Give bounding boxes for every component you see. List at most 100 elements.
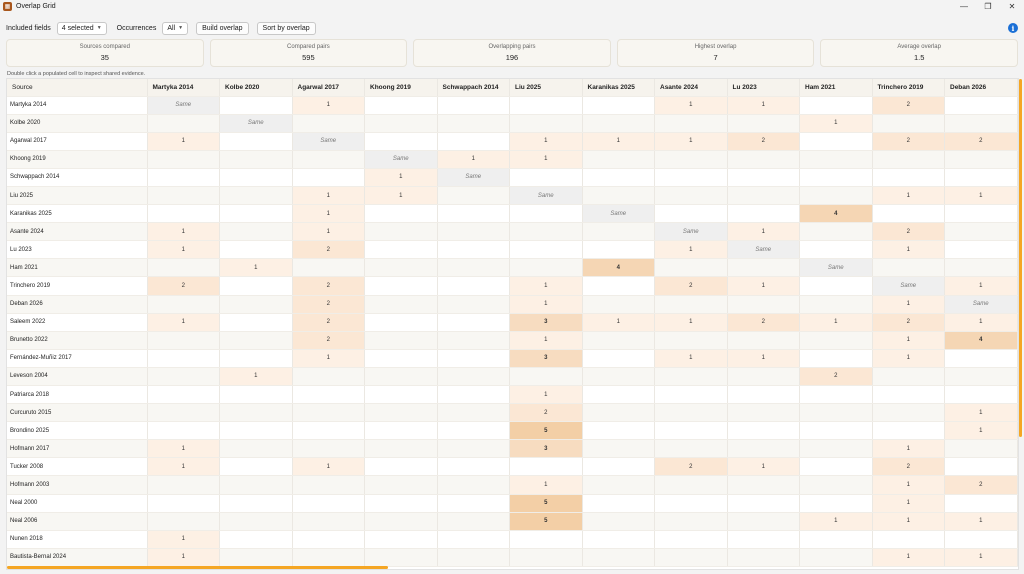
column-header[interactable]: Liu 2025	[509, 79, 583, 97]
overlap-cell[interactable]: 1	[292, 457, 365, 477]
overlap-cell[interactable]: 1	[509, 475, 583, 495]
vertical-scrollbar[interactable]	[1019, 79, 1022, 437]
overlap-cell[interactable]: 1	[727, 349, 800, 368]
overlap-cell[interactable]: 4	[944, 331, 1018, 350]
overlap-cell[interactable]: 1	[509, 150, 583, 169]
overlap-cell[interactable]: 1	[654, 240, 728, 260]
column-header[interactable]: Kolbe 2020	[219, 79, 293, 97]
overlap-cell[interactable]: 2	[944, 475, 1018, 495]
overlap-cell[interactable]: 1	[944, 313, 1018, 332]
overlap-cell[interactable]: 2	[872, 222, 945, 242]
overlap-cell[interactable]: 2	[147, 276, 220, 296]
overlap-cell[interactable]: 2	[727, 132, 800, 151]
build-overlap-button[interactable]: Build overlap	[196, 21, 249, 35]
column-header[interactable]: Asante 2024	[654, 79, 728, 97]
overlap-cell[interactable]: 5	[509, 421, 583, 441]
horizontal-scrollbar[interactable]	[7, 566, 388, 569]
column-header[interactable]: Lu 2023	[727, 79, 800, 97]
overlap-cell[interactable]: 5	[509, 494, 583, 513]
overlap-cell[interactable]: 1	[509, 295, 583, 314]
overlap-cell[interactable]: 4	[582, 258, 655, 278]
column-header[interactable]: Trinchero 2019	[872, 79, 945, 97]
overlap-cell[interactable]: 1	[654, 313, 728, 332]
overlap-cell[interactable]: 1	[147, 530, 220, 549]
overlap-cell[interactable]: 1	[292, 204, 365, 224]
overlap-cell[interactable]: 2	[944, 132, 1018, 151]
overlap-cell[interactable]: 2	[872, 457, 945, 477]
minimize-icon[interactable]: —	[952, 2, 976, 11]
overlap-cell[interactable]: 1	[872, 439, 945, 459]
overlap-cell[interactable]: 1	[872, 331, 945, 350]
overlap-cell[interactable]: 1	[654, 132, 728, 151]
overlap-cell[interactable]: 1	[872, 240, 945, 260]
overlap-cell[interactable]: 1	[364, 186, 438, 206]
overlap-cell[interactable]: 2	[654, 276, 728, 296]
overlap-cell[interactable]: 1	[147, 222, 220, 242]
overlap-cell[interactable]: 5	[509, 512, 583, 531]
overlap-cell[interactable]: 1	[872, 475, 945, 495]
overlap-cell[interactable]: 2	[292, 295, 365, 314]
overlap-cell[interactable]: 1	[872, 512, 945, 531]
info-icon[interactable]: i	[1008, 23, 1018, 33]
overlap-cell[interactable]: 2	[509, 403, 583, 423]
overlap-cell[interactable]: 1	[219, 367, 293, 387]
overlap-cell[interactable]: 1	[727, 222, 800, 242]
overlap-cell[interactable]: 2	[292, 313, 365, 332]
overlap-cell[interactable]: 1	[147, 240, 220, 260]
overlap-cell[interactable]: 1	[727, 276, 800, 296]
overlap-cell[interactable]: 1	[292, 96, 365, 115]
overlap-cell[interactable]: 1	[509, 276, 583, 296]
overlap-cell[interactable]: 1	[872, 186, 945, 206]
overlap-cell[interactable]: 1	[292, 222, 365, 242]
overlap-cell[interactable]: 1	[509, 331, 583, 350]
overlap-cell[interactable]: 1	[147, 548, 220, 567]
overlap-cell[interactable]: 1	[799, 313, 873, 332]
overlap-cell[interactable]: 1	[727, 96, 800, 115]
overlap-cell[interactable]: 3	[509, 349, 583, 368]
overlap-cell[interactable]: 1	[944, 512, 1018, 531]
overlap-cell[interactable]: 1	[654, 96, 728, 115]
overlap-cell[interactable]: 2	[799, 367, 873, 387]
occurrences-select[interactable]: All ▼	[162, 21, 189, 35]
overlap-cell[interactable]: 1	[872, 494, 945, 513]
overlap-cell[interactable]: 2	[292, 331, 365, 350]
overlap-cell[interactable]: 1	[292, 186, 365, 206]
column-header-source[interactable]: Source	[7, 79, 148, 97]
overlap-cell[interactable]: 1	[509, 385, 583, 405]
overlap-cell[interactable]: 1	[582, 132, 655, 151]
overlap-cell[interactable]: 2	[292, 276, 365, 296]
overlap-cell[interactable]: 4	[799, 204, 873, 224]
overlap-cell[interactable]: 1	[219, 258, 293, 278]
overlap-cell[interactable]: 2	[292, 240, 365, 260]
overlap-cell[interactable]: 1	[654, 349, 728, 368]
overlap-cell[interactable]: 3	[509, 439, 583, 459]
overlap-cell[interactable]: 1	[944, 421, 1018, 441]
overlap-cell[interactable]: 3	[509, 313, 583, 332]
overlap-cell[interactable]: 1	[944, 186, 1018, 206]
overlap-cell[interactable]: 1	[147, 457, 220, 477]
overlap-cell[interactable]: 1	[147, 439, 220, 459]
column-header[interactable]: Agarwal 2017	[292, 79, 365, 97]
overlap-cell[interactable]: 2	[872, 96, 945, 115]
column-header[interactable]: Deban 2026	[944, 79, 1018, 97]
overlap-cell[interactable]: 1	[364, 168, 438, 187]
overlap-cell[interactable]: 1	[582, 313, 655, 332]
overlap-cell[interactable]: 1	[147, 132, 220, 151]
overlap-cell[interactable]: 1	[727, 457, 800, 477]
column-header[interactable]: Martyka 2014	[147, 79, 220, 97]
overlap-cell[interactable]: 1	[799, 114, 873, 133]
overlap-cell[interactable]: 1	[872, 349, 945, 368]
column-header[interactable]: Ham 2021	[799, 79, 873, 97]
overlap-cell[interactable]: 2	[654, 457, 728, 477]
column-header[interactable]: Karanikas 2025	[582, 79, 655, 97]
overlap-grid[interactable]: Source Martyka 2014 Kolbe 2020 Agarwal 2017…	[6, 78, 1019, 570]
overlap-cell[interactable]: 1	[509, 132, 583, 151]
included-fields-select[interactable]: 4 selected ▼	[56, 21, 107, 35]
overlap-cell[interactable]: 2	[872, 132, 945, 151]
overlap-cell[interactable]: 2	[872, 313, 945, 332]
maximize-icon[interactable]: ❐	[976, 2, 1000, 11]
overlap-cell[interactable]: 1	[799, 512, 873, 531]
overlap-cell[interactable]: 1	[944, 276, 1018, 296]
overlap-cell[interactable]: 1	[944, 548, 1018, 567]
overlap-cell[interactable]: 1	[872, 548, 945, 567]
